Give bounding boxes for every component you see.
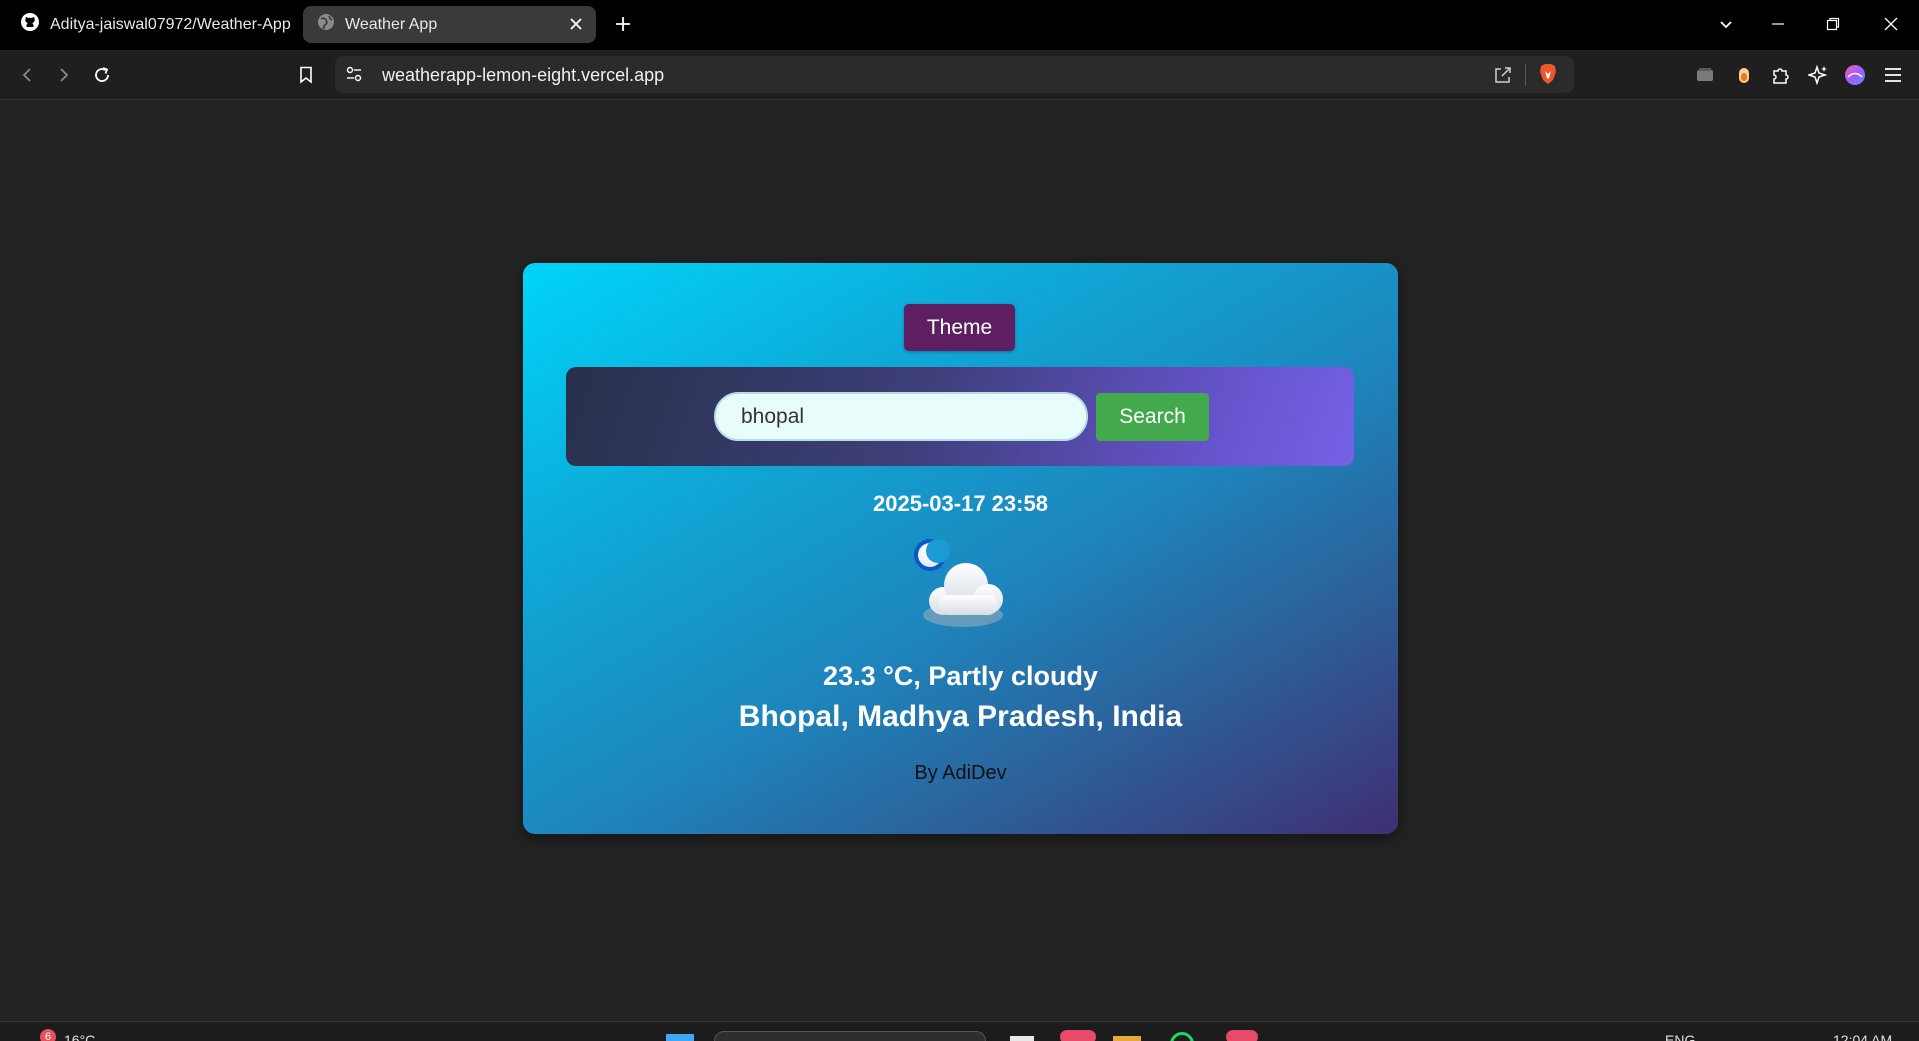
taskbar-clock[interactable]: 12:04 AM	[1833, 1032, 1892, 1041]
address-bar[interactable]: weatherapp-lemon-eight.vercel.app	[335, 56, 1574, 93]
local-datetime: 2025-03-17 23:58	[873, 491, 1048, 516]
share-icon[interactable]	[1493, 65, 1513, 90]
globe-icon	[317, 13, 335, 36]
minimize-icon[interactable]	[1766, 12, 1790, 36]
close-tab-icon[interactable]	[566, 14, 586, 34]
site-settings-icon[interactable]	[345, 65, 363, 88]
search-input[interactable]: bhopal	[714, 392, 1088, 441]
temperature-condition: 23.3 °C, Partly cloudy	[823, 661, 1098, 691]
url-text: weatherapp-lemon-eight.vercel.app	[382, 65, 665, 85]
wallet-icon[interactable]	[1693, 63, 1717, 87]
profile-icon[interactable]	[1843, 63, 1867, 87]
browser-toolbar: weatherapp-lemon-eight.vercel.app	[0, 50, 1919, 100]
brave-shield-icon[interactable]	[1538, 63, 1558, 90]
divider	[1525, 64, 1526, 86]
close-window-icon[interactable]	[1879, 12, 1903, 36]
bookmark-icon[interactable]	[294, 63, 318, 87]
search-panel: bhopal Search	[566, 367, 1354, 466]
tab-weather-app[interactable]: Weather App	[303, 6, 596, 43]
taskbar-weather-temp[interactable]: 16°C	[64, 1032, 95, 1041]
extension-icon[interactable]	[1732, 63, 1756, 87]
restore-icon[interactable]	[1821, 12, 1845, 36]
taskbar-app-icon[interactable]	[1060, 1030, 1096, 1041]
windows-taskbar: 6 16°C ENG 12:04 AM	[0, 1021, 1919, 1041]
author-credit: By AdiDev	[914, 762, 1007, 784]
browser-tab-bar: Aditya-jaiswal07972/Weather-App Weather …	[0, 0, 1919, 50]
new-tab-icon[interactable]	[612, 13, 634, 35]
spotify-icon[interactable]	[1170, 1032, 1194, 1041]
tab-github[interactable]: Aditya-jaiswal07972/Weather-App	[10, 6, 296, 43]
weather-badge: 6	[40, 1029, 56, 1041]
location-name: Bhopal, Madhya Pradesh, India	[738, 700, 1183, 733]
leo-ai-icon[interactable]	[1806, 63, 1830, 87]
menu-icon[interactable]	[1881, 63, 1905, 87]
search-button[interactable]: Search	[1096, 393, 1209, 441]
puzzle-icon[interactable]	[1769, 63, 1793, 87]
github-icon	[20, 12, 40, 37]
language-indicator[interactable]: ENG	[1665, 1032, 1695, 1041]
back-icon[interactable]	[15, 63, 39, 87]
folder-icon[interactable]	[1113, 1036, 1141, 1041]
weather-card: Theme bhopal Search 2025-03-17 23:58 23.…	[523, 263, 1398, 834]
page-viewport: Theme bhopal Search 2025-03-17 23:58 23.…	[0, 101, 1919, 1021]
theme-button[interactable]: Theme	[904, 304, 1015, 351]
forward-icon[interactable]	[52, 63, 76, 87]
partly-cloudy-night-icon	[908, 533, 1014, 629]
windows-start-icon[interactable]	[666, 1034, 694, 1041]
tab-label: Weather App	[345, 15, 438, 33]
taskbar-search-box[interactable]	[714, 1031, 986, 1041]
taskbar-app-icon[interactable]	[1010, 1036, 1034, 1041]
tab-label: Aditya-jaiswal07972/Weather-App	[50, 15, 291, 33]
tab-list-chevron-icon[interactable]	[1714, 12, 1738, 36]
taskbar-app-icon[interactable]	[1226, 1030, 1258, 1041]
reload-icon[interactable]	[90, 63, 114, 87]
